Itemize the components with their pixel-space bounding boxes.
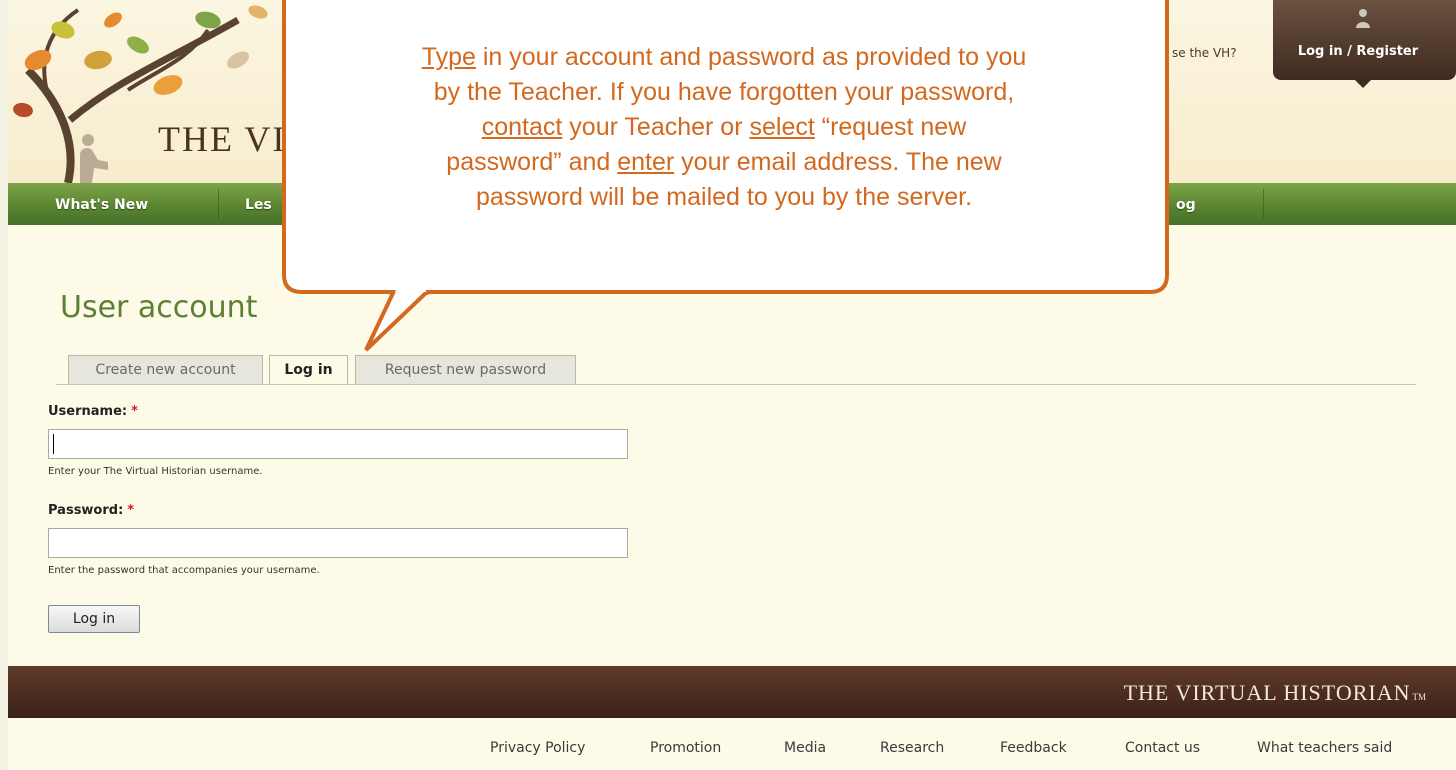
footer-link-media[interactable]: Media xyxy=(784,740,826,756)
login-tab-pointer xyxy=(1355,80,1371,88)
login-submit-button[interactable]: Log in xyxy=(48,605,140,633)
callout-select-word: select xyxy=(749,113,815,141)
password-label: Password: * xyxy=(48,503,134,518)
user-icon xyxy=(1356,9,1370,28)
password-help-text: Enter the password that accompanies your… xyxy=(48,565,320,576)
nav-separator xyxy=(218,189,219,219)
password-label-text: Password: xyxy=(48,503,124,518)
tab-create-new-account[interactable]: Create new account xyxy=(68,355,263,384)
username-input[interactable] xyxy=(48,429,628,459)
footer-link-research[interactable]: Research xyxy=(880,740,944,756)
username-label: Username: * xyxy=(48,404,138,419)
callout-line-4-rest: your email address. The new xyxy=(674,148,1002,176)
username-label-text: Username: xyxy=(48,404,128,419)
required-marker: * xyxy=(131,404,138,419)
username-help-text: Enter your The Virtual Historian usernam… xyxy=(48,466,263,477)
password-input[interactable] xyxy=(48,528,628,558)
footer-link-what-teachers-said[interactable]: What teachers said xyxy=(1257,740,1392,756)
footer-brand: THE VIRTUAL HISTORIAN TM xyxy=(1124,680,1426,706)
callout-contact-word: contact xyxy=(481,113,563,141)
footer-brand-text: THE VIRTUAL HISTORIAN xyxy=(1123,680,1411,705)
callout-enter-word: enter xyxy=(617,148,675,176)
callout-line-3-rest: “request new xyxy=(814,113,967,141)
callout-line-4-pre: password” and xyxy=(446,148,618,176)
callout-line-3: contact your Teacher or select “request … xyxy=(278,110,1170,145)
trademark-mark: TM xyxy=(1412,692,1427,702)
callout-line-1: Type in your account and password as pro… xyxy=(278,40,1170,75)
callout-line-4: password” and enter your email address. … xyxy=(278,145,1170,180)
callout-text: Type in your account and password as pro… xyxy=(278,40,1170,215)
footer-link-feedback[interactable]: Feedback xyxy=(1000,740,1067,756)
page-title: User account xyxy=(60,290,258,325)
footer-link-contact-us[interactable]: Contact us xyxy=(1125,740,1200,756)
callout-line-5: password will be mailed to you by the se… xyxy=(475,183,973,211)
footer-link-promotion[interactable]: Promotion xyxy=(650,740,721,756)
login-register-label: Log in / Register xyxy=(1297,44,1419,59)
login-register-tab[interactable]: Log in / Register xyxy=(1273,0,1456,88)
tabs-divider xyxy=(56,384,1416,385)
why-use-vh-link[interactable]: se the VH? xyxy=(1172,46,1237,60)
site-name[interactable]: THE VI xyxy=(158,118,286,160)
callout-line-3-mid: your Teacher or xyxy=(562,113,750,141)
callout-line-2: by the Teacher. If you have forgotten yo… xyxy=(433,78,1015,106)
nav-separator xyxy=(1263,189,1264,219)
text-caret xyxy=(53,434,54,454)
nav-item-whats-new[interactable]: What's New xyxy=(55,183,148,225)
required-marker: * xyxy=(127,503,135,518)
callout-line-1-rest: in your account and password as provided… xyxy=(475,43,1027,71)
nav-item-lessons[interactable]: Les xyxy=(245,183,272,225)
nav-item-blog[interactable]: og xyxy=(1176,183,1196,225)
callout-type-word: Type xyxy=(421,43,476,71)
footer-link-privacy-policy[interactable]: Privacy Policy xyxy=(490,740,585,756)
